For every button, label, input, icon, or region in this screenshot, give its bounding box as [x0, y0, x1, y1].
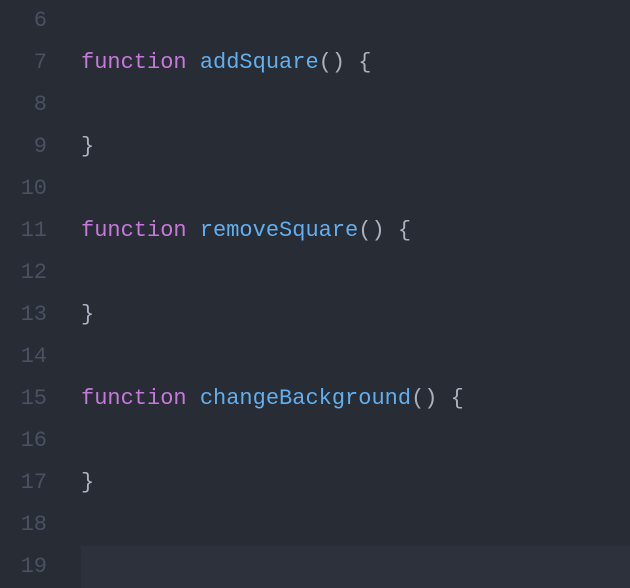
code-token: [345, 50, 358, 75]
code-line[interactable]: function removeSquare() {: [81, 210, 630, 252]
code-line[interactable]: [81, 84, 630, 126]
code-line[interactable]: }: [81, 126, 630, 168]
line-number: 11: [0, 210, 47, 252]
code-line[interactable]: [81, 168, 630, 210]
code-editor[interactable]: 678910111213141516171819 function addSqu…: [0, 0, 630, 568]
line-number: 12: [0, 252, 47, 294]
code-line[interactable]: }: [81, 462, 630, 504]
code-line[interactable]: function addSquare() {: [81, 42, 630, 84]
code-token: function: [81, 386, 187, 411]
code-token: [385, 218, 398, 243]
code-line[interactable]: [81, 0, 630, 42]
line-number-gutter: 678910111213141516171819: [0, 0, 55, 568]
code-token: [187, 386, 200, 411]
line-number: 9: [0, 126, 47, 168]
code-line[interactable]: [81, 252, 630, 294]
code-line[interactable]: }: [81, 294, 630, 336]
code-token: function: [81, 218, 187, 243]
code-token: [187, 218, 200, 243]
code-token: {: [398, 218, 411, 243]
line-number: 17: [0, 462, 47, 504]
code-token: function: [81, 50, 187, 75]
code-token: }: [81, 470, 94, 495]
code-token: (): [411, 386, 437, 411]
line-number: 8: [0, 84, 47, 126]
code-token: (): [319, 50, 345, 75]
code-area[interactable]: function addSquare() {}function removeSq…: [55, 0, 630, 568]
code-token: [437, 386, 450, 411]
code-token: (): [358, 218, 384, 243]
line-number: 15: [0, 378, 47, 420]
line-number: 10: [0, 168, 47, 210]
code-token: [187, 50, 200, 75]
code-line[interactable]: function changeBackground() {: [81, 378, 630, 420]
code-token: }: [81, 302, 94, 327]
line-number: 19: [0, 546, 47, 588]
code-token: {: [451, 386, 464, 411]
code-line[interactable]: [81, 546, 630, 588]
line-number: 14: [0, 336, 47, 378]
code-token: }: [81, 134, 94, 159]
line-number: 13: [0, 294, 47, 336]
code-token: removeSquare: [200, 218, 358, 243]
code-token: addSquare: [200, 50, 319, 75]
code-token: {: [358, 50, 371, 75]
code-line[interactable]: [81, 420, 630, 462]
line-number: 18: [0, 504, 47, 546]
line-number: 6: [0, 0, 47, 42]
line-number: 16: [0, 420, 47, 462]
code-line[interactable]: [81, 336, 630, 378]
code-line[interactable]: [81, 504, 630, 546]
line-number: 7: [0, 42, 47, 84]
code-token: changeBackground: [200, 386, 411, 411]
